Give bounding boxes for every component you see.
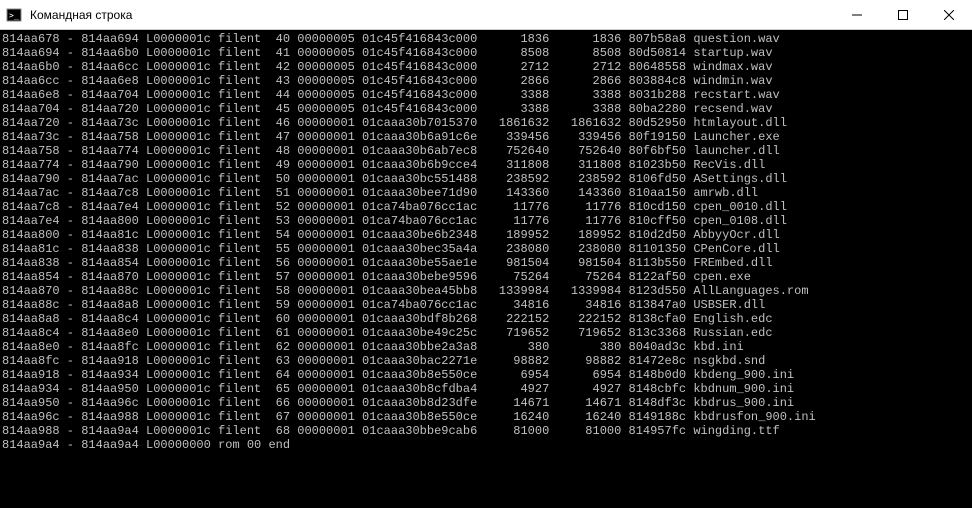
console-line: 814aa7e4 - 814aa800 L0000001c filent 53 … [2, 214, 972, 228]
minimize-button[interactable] [834, 0, 880, 29]
console-line: 814aa934 - 814aa950 L0000001c filent 65 … [2, 382, 972, 396]
console-line: 814aa838 - 814aa854 L0000001c filent 56 … [2, 256, 972, 270]
console-line: 814aa73c - 814aa758 L0000001c filent 47 … [2, 130, 972, 144]
console-line: 814aa694 - 814aa6b0 L0000001c filent 41 … [2, 46, 972, 60]
console-line: 814aa81c - 814aa838 L0000001c filent 55 … [2, 242, 972, 256]
window-controls [834, 0, 972, 29]
console-line: 814aa96c - 814aa988 L0000001c filent 67 … [2, 410, 972, 424]
console-line: 814aa6e8 - 814aa704 L0000001c filent 44 … [2, 88, 972, 102]
console-line: 814aa720 - 814aa73c L0000001c filent 46 … [2, 116, 972, 130]
close-button[interactable] [926, 0, 972, 29]
console-line: 814aa870 - 814aa88c L0000001c filent 58 … [2, 284, 972, 298]
console-line: 814aa8fc - 814aa918 L0000001c filent 63 … [2, 354, 972, 368]
console-line: 814aa6cc - 814aa6e8 L0000001c filent 43 … [2, 74, 972, 88]
console-line: 814aa774 - 814aa790 L0000001c filent 49 … [2, 158, 972, 172]
console-line: 814aa7c8 - 814aa7e4 L0000001c filent 52 … [2, 200, 972, 214]
console-line: 814aa758 - 814aa774 L0000001c filent 48 … [2, 144, 972, 158]
console-line: 814aa8c4 - 814aa8e0 L0000001c filent 61 … [2, 326, 972, 340]
svg-text:>_: >_ [9, 11, 19, 20]
console-line: 814aa800 - 814aa81c L0000001c filent 54 … [2, 228, 972, 242]
console-line: 814aa88c - 814aa8a8 L0000001c filent 59 … [2, 298, 972, 312]
console-line: 814aa7ac - 814aa7c8 L0000001c filent 51 … [2, 186, 972, 200]
console-line: 814aa790 - 814aa7ac L0000001c filent 50 … [2, 172, 972, 186]
titlebar: >_ Командная строка [0, 0, 972, 30]
console-line: 814aa704 - 814aa720 L0000001c filent 45 … [2, 102, 972, 116]
console-line: 814aa950 - 814aa96c L0000001c filent 66 … [2, 396, 972, 410]
app-icon: >_ [6, 7, 22, 23]
console-line: 814aa854 - 814aa870 L0000001c filent 57 … [2, 270, 972, 284]
console-line: 814aa8a8 - 814aa8c4 L0000001c filent 60 … [2, 312, 972, 326]
console-line: 814aa6b0 - 814aa6cc L0000001c filent 42 … [2, 60, 972, 74]
maximize-button[interactable] [880, 0, 926, 29]
console-line: 814aa8e0 - 814aa8fc L0000001c filent 62 … [2, 340, 972, 354]
console-line: 814aa918 - 814aa934 L0000001c filent 64 … [2, 368, 972, 382]
window-title: Командная строка [28, 8, 834, 22]
console-line: 814aa678 - 814aa694 L0000001c filent 40 … [2, 32, 972, 46]
console-line: 814aa988 - 814aa9a4 L0000001c filent 68 … [2, 424, 972, 438]
console-output[interactable]: 814aa678 - 814aa694 L0000001c filent 40 … [0, 30, 972, 508]
console-line: 814aa9a4 - 814aa9a4 L00000000 rom 00 end [2, 438, 972, 452]
